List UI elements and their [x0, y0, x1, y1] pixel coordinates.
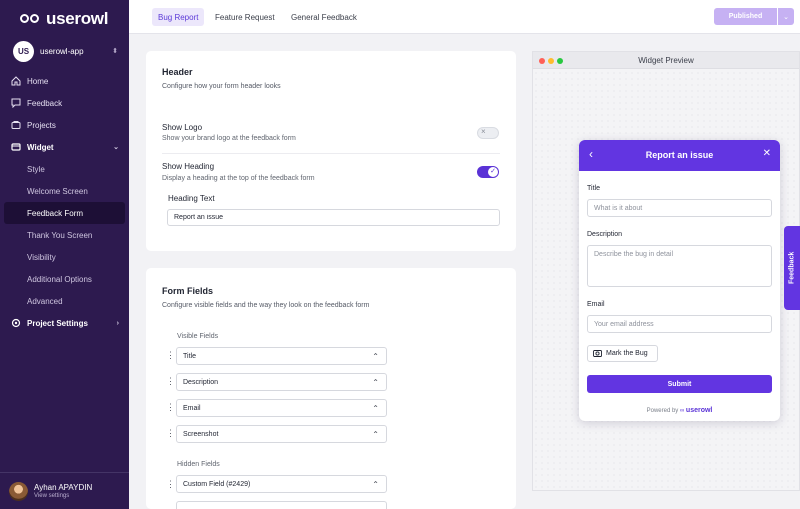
home-icon: [10, 76, 21, 87]
card-title: Header: [162, 67, 193, 77]
sidebar-item-label: Projects: [27, 120, 56, 130]
chevron-updown-icon: ⬍: [112, 48, 118, 55]
owl-logo-icon: [19, 11, 41, 27]
show-logo-label: Show Logo: [162, 123, 203, 132]
card-description: Configure how your form header looks: [162, 83, 281, 90]
field-next[interactable]: [176, 501, 387, 509]
sidebar-item-project-settings[interactable]: Project Settings ›: [4, 312, 125, 334]
gear-icon: [10, 318, 21, 329]
sidebar-item-label: Widget: [27, 142, 54, 152]
chevron-up-icon[interactable]: ⌃: [372, 480, 379, 489]
chevron-up-icon[interactable]: ⌃: [372, 378, 379, 387]
sidebar-item-welcome-screen[interactable]: Welcome Screen: [4, 180, 125, 202]
divider: [162, 153, 500, 154]
show-logo-description: Show your brand logo at the feedback for…: [162, 135, 296, 142]
heading-text-input[interactable]: [167, 209, 500, 226]
workspace-avatar: US: [13, 40, 34, 62]
sidebar-item-advanced[interactable]: Advanced: [4, 290, 125, 312]
folder-icon: [10, 120, 21, 131]
preview-titlebar: Widget Preview: [533, 52, 799, 69]
publish-dropdown-button[interactable]: ⌄: [778, 8, 794, 25]
widget-header: ‹ Report an issue ✕: [579, 140, 780, 171]
avatar: [9, 481, 28, 501]
sidebar-item-thank-you-screen[interactable]: Thank You Screen: [4, 224, 125, 246]
preview-title: Widget Preview: [638, 56, 694, 65]
sidebar-item-label: Feedback: [27, 98, 63, 108]
field-title[interactable]: Title ⌃: [176, 347, 387, 365]
sidebar-item-style[interactable]: Style: [4, 158, 125, 180]
mark-the-bug-label: Mark the Bug: [606, 350, 648, 357]
widget-heading: Report an issue: [645, 150, 714, 160]
field-name: Description: [183, 378, 219, 386]
show-heading-toggle[interactable]: [477, 166, 499, 178]
user-profile[interactable]: Ayhan APAYDIN View settings: [0, 472, 129, 509]
email-label: Email: [587, 301, 605, 308]
user-name: Ayhan APAYDIN: [34, 483, 93, 492]
tab-bug-report[interactable]: Bug Report: [152, 8, 205, 26]
camera-icon: [593, 349, 602, 359]
field-name: Screenshot: [183, 430, 219, 438]
field-name: Email: [183, 404, 201, 412]
workspace-name: userowl-app: [40, 46, 84, 56]
sidebar-item-visibility[interactable]: Visibility: [4, 246, 125, 268]
powered-brand: userowl: [685, 407, 713, 414]
show-heading-label: Show Heading: [162, 162, 215, 171]
sidebar-item-home[interactable]: Home: [4, 70, 125, 92]
sidebar-item-widget[interactable]: Widget ⌄: [4, 136, 125, 158]
field-screenshot[interactable]: Screenshot ⌃: [176, 425, 387, 443]
sidebar-item-feedback-form[interactable]: Feedback Form: [4, 202, 125, 224]
sidebar-nav: Home Feedback Projects Widget ⌄ Style We…: [4, 70, 125, 334]
chevron-up-icon[interactable]: ⌃: [372, 404, 379, 413]
sidebar-item-feedback[interactable]: Feedback: [4, 92, 125, 114]
description-textarea[interactable]: Describe the bug in detail: [587, 245, 772, 287]
sidebar: userowl US userowl-app ⬍ Home Feedback P…: [0, 0, 129, 509]
chevron-down-icon: ⌄: [113, 144, 119, 151]
visible-fields-label: Visible Fields: [177, 333, 219, 340]
field-name: Title: [183, 352, 196, 360]
chevron-up-icon[interactable]: ⌃: [372, 352, 379, 361]
published-button[interactable]: Published: [714, 8, 777, 25]
brand-logo[interactable]: userowl: [19, 9, 108, 29]
hidden-fields-label: Hidden Fields: [177, 461, 220, 468]
field-custom[interactable]: Custom Field (#2429) ⌃: [176, 475, 387, 493]
card-title: Form Fields: [162, 286, 214, 296]
sidebar-item-label: Home: [27, 76, 49, 86]
tab-feature-request[interactable]: Feature Request: [209, 8, 281, 26]
show-heading-description: Display a heading at the top of the feed…: [162, 175, 315, 182]
field-description[interactable]: Description ⌃: [176, 373, 387, 391]
sidebar-item-projects[interactable]: Projects: [4, 114, 125, 136]
description-label: Description: [587, 231, 623, 238]
close-icon[interactable]: ✕: [763, 148, 771, 159]
feedback-widget: ‹ Report an issue ✕ Title What is it abo…: [579, 140, 780, 421]
show-logo-toggle[interactable]: [477, 127, 499, 139]
chevron-down-icon: ⌄: [783, 13, 789, 21]
chevron-right-icon: ›: [116, 319, 119, 327]
sidebar-item-additional-options[interactable]: Additional Options: [4, 268, 125, 290]
brand-name: userowl: [46, 9, 109, 28]
workspace-switcher[interactable]: US userowl-app ⬍: [13, 40, 118, 62]
owl-logo-icon: ∞: [679, 408, 685, 414]
top-bar: Bug Report Feature Request General Feedb…: [129, 0, 800, 34]
field-name: Custom Field (#2429): [183, 480, 251, 488]
view-settings-link[interactable]: View settings: [34, 493, 92, 499]
feedback-side-tab-label[interactable]: Feedback: [784, 226, 800, 310]
submit-button[interactable]: Submit: [587, 375, 772, 393]
title-label: Title: [587, 185, 600, 192]
chevron-up-icon[interactable]: ⌃: [372, 430, 379, 439]
title-input[interactable]: What is it about: [587, 199, 772, 217]
tab-general-feedback[interactable]: General Feedback: [285, 8, 363, 26]
sidebar-item-label: Project Settings: [27, 318, 88, 328]
field-email[interactable]: Email ⌃: [176, 399, 387, 417]
email-input[interactable]: Your email address: [587, 315, 772, 333]
heading-text-label: Heading Text: [168, 194, 215, 203]
mark-the-bug-button[interactable]: Mark the Bug: [587, 345, 658, 362]
powered-by[interactable]: Powered by ∞ userowl: [579, 407, 780, 414]
widget-icon: [10, 142, 21, 153]
chat-icon: [10, 98, 21, 109]
card-description: Configure visible fields and the way the…: [162, 302, 370, 309]
